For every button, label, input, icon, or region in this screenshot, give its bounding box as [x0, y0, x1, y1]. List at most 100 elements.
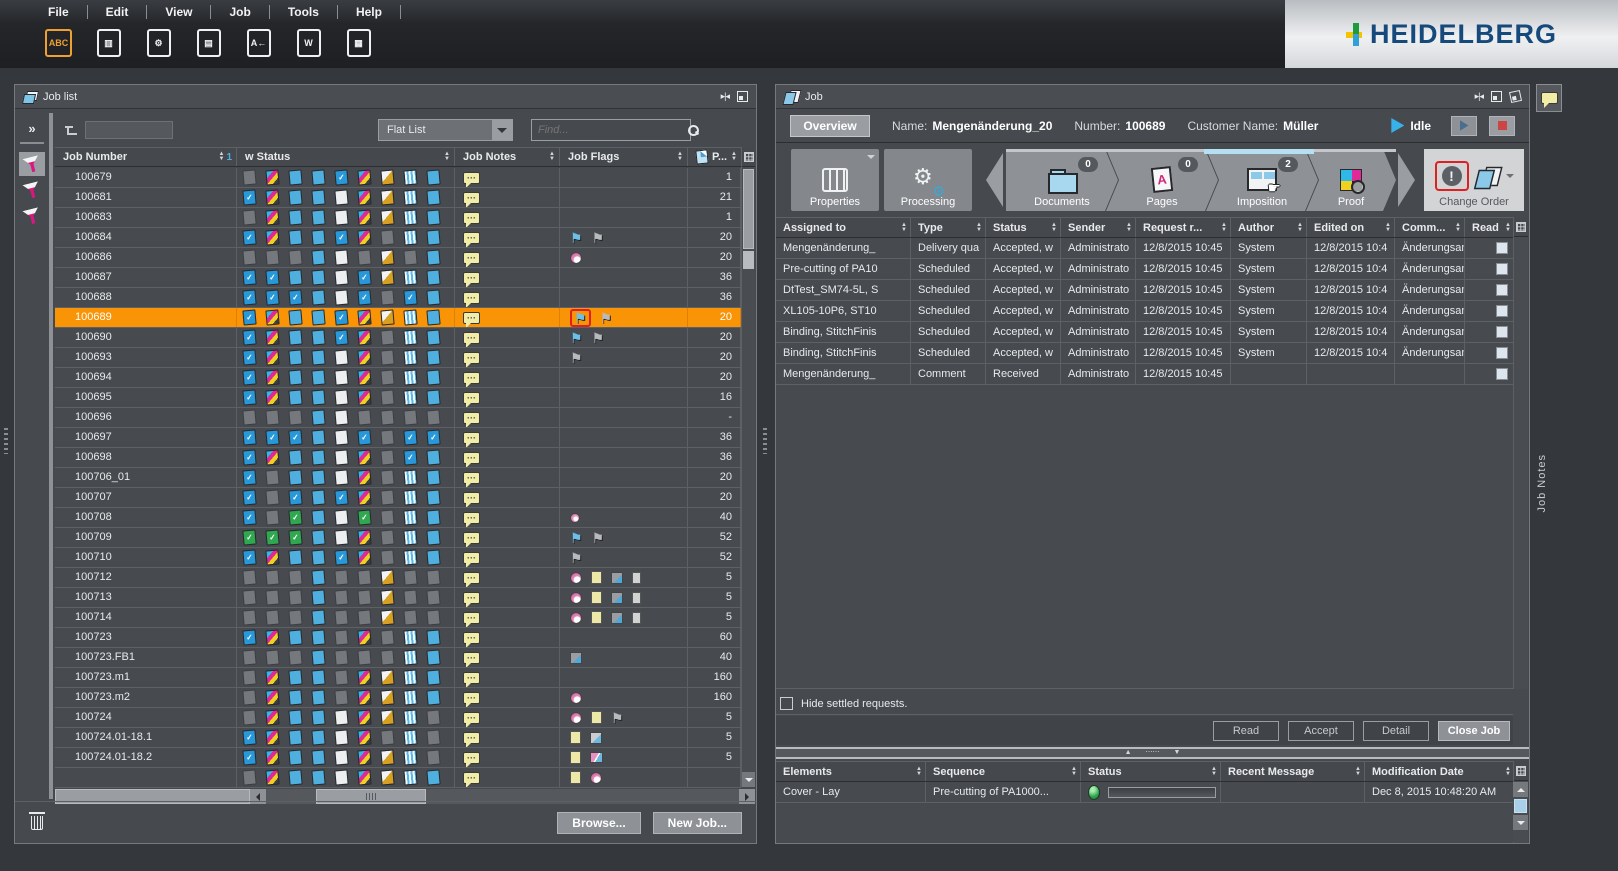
job-row-100697[interactable]: 100697✓✓✓✓✓✓···36 [55, 428, 741, 448]
job-row-100723[interactable]: 100723✓···60 [55, 628, 741, 648]
job-row-100690[interactable]: 100690✓✓···⚑⚑20 [55, 328, 741, 348]
column-config-icon[interactable] [1516, 222, 1526, 232]
collapse-panel-icon[interactable]: ▸|◂ [1475, 91, 1483, 102]
job-note-icon[interactable]: ··· [463, 512, 480, 524]
scroll-up-button[interactable] [1513, 782, 1528, 797]
job-note-icon[interactable]: ··· [463, 652, 480, 664]
job-note-icon[interactable]: ··· [463, 452, 480, 464]
maximize-panel-icon[interactable] [737, 91, 748, 102]
workflow-document-icon[interactable]: ▦ [342, 26, 375, 60]
job-row-100695[interactable]: 100695✓···16 [55, 388, 741, 408]
collapse-panel-icon[interactable]: ▸|◂ [721, 91, 729, 102]
request-row-6[interactable]: Mengenänderung_CommentReceivedAdministra… [776, 364, 1515, 385]
step-change-order[interactable]: ! Change Order [1424, 149, 1524, 211]
read-checkbox[interactable] [1496, 284, 1508, 296]
request-row-4[interactable]: Binding, StitchFinisScheduledAccepted, w… [776, 322, 1515, 343]
start-button[interactable] [1451, 116, 1477, 136]
panel-splitter[interactable]: ▲⋯⋯▼ [776, 747, 1529, 759]
job-row-100681[interactable]: 100681✓···21 [55, 188, 741, 208]
request-row-2[interactable]: DtTest_SM74-5L, SScheduledAccepted, wAdm… [776, 280, 1515, 301]
steps-scroll-left-icon[interactable] [986, 153, 1003, 207]
job-note-icon[interactable]: ··· [463, 432, 480, 444]
job-note-icon[interactable]: ··· [463, 252, 480, 264]
step-proof[interactable]: Proof [1306, 149, 1396, 211]
job-note-icon[interactable]: ··· [463, 552, 480, 564]
sort-icon[interactable] [1126, 223, 1132, 233]
job-row-100723.m1[interactable]: 100723.m1···160 [55, 668, 741, 688]
hide-settled-checkbox[interactable] [780, 697, 793, 710]
sort-icon[interactable] [976, 223, 982, 233]
job-note-icon[interactable]: ··· [463, 732, 480, 744]
job-row-100687[interactable]: 100687✓✓✓···36 [55, 268, 741, 288]
proof-document-icon[interactable]: W [292, 26, 325, 60]
chevron-down-icon[interactable] [492, 120, 512, 140]
column-header-job-number[interactable]: Job Number 1 [55, 148, 237, 166]
steps-scroll-right-icon[interactable] [1398, 153, 1415, 207]
sort-icon[interactable] [1505, 223, 1511, 233]
job-note-icon[interactable]: ··· [463, 332, 480, 344]
job-note-icon[interactable]: ··· [463, 192, 480, 204]
read-checkbox[interactable] [1496, 263, 1508, 275]
bottom-scroll-buttons[interactable] [1513, 782, 1528, 842]
job-note-icon[interactable]: ··· [463, 632, 480, 644]
job-row-100710[interactable]: 100710✓✓···⚑52 [55, 548, 741, 568]
job-row-clipped[interactable]: ··· [55, 768, 741, 788]
job-note-icon[interactable]: ··· [463, 672, 480, 684]
job-row-100696[interactable]: 100696···- [55, 408, 741, 428]
requests-column-assigned-to[interactable]: Assigned to [776, 218, 911, 237]
sort-icon[interactable] [731, 152, 737, 162]
detach-panel-icon[interactable] [1509, 90, 1522, 103]
menu-item-edit[interactable]: Edit [96, 3, 139, 21]
menu-item-help[interactable]: Help [346, 3, 392, 21]
sort-icon[interactable] [1385, 223, 1391, 233]
job-row-100689[interactable]: 100689✓✓···⚑⚑20 [55, 308, 741, 328]
job-row-100683[interactable]: 100683···1 [55, 208, 741, 228]
job-row-100698[interactable]: 100698✓✓···36 [55, 448, 741, 468]
read-checkbox[interactable] [1496, 305, 1508, 317]
scrollbar-thumb[interactable] [1514, 799, 1527, 813]
menu-item-job[interactable]: Job [219, 3, 260, 21]
read-checkbox[interactable] [1496, 326, 1508, 338]
element-row-0[interactable]: Cover - LayPre-cutting of PA1000...Dec 8… [776, 782, 1515, 803]
job-list-title-bar[interactable]: Job list ▸|◂ [15, 85, 756, 109]
requests-column-sender[interactable]: Sender [1061, 218, 1136, 237]
overview-tab[interactable]: Overview [790, 115, 870, 137]
scroll-down-button[interactable] [1513, 815, 1528, 830]
printer-queue-icon[interactable]: ▥ [92, 26, 125, 60]
job-note-icon[interactable]: ··· [463, 692, 480, 704]
left-resize-grip[interactable] [4, 428, 8, 454]
scrollbar-thumb[interactable] [743, 169, 754, 249]
scrollbar-block[interactable] [743, 251, 754, 269]
job-row-100709[interactable]: 100709✓✓✓···⚑⚑52 [55, 528, 741, 548]
job-note-icon[interactable]: ··· [463, 532, 480, 544]
job-row-100693[interactable]: 100693✓···⚑20 [55, 348, 741, 368]
filter-rail-splitter[interactable] [49, 113, 53, 799]
job-row-100686[interactable]: 100686···20 [55, 248, 741, 268]
column-header-status[interactable]: w Status [237, 148, 455, 166]
accept-button[interactable]: Accept [1288, 721, 1354, 741]
detail-button[interactable]: Detail [1363, 721, 1429, 741]
job-note-icon[interactable]: ··· [463, 472, 480, 484]
elements-column-sequence[interactable]: Sequence [926, 762, 1081, 781]
job-note-icon[interactable]: ··· [463, 292, 480, 304]
job-note-icon[interactable]: ··· [463, 392, 480, 404]
filter-preset-1-icon[interactable] [19, 152, 45, 176]
request-row-5[interactable]: Binding, StitchFinisScheduledAccepted, w… [776, 343, 1515, 364]
menu-item-view[interactable]: View [155, 3, 202, 21]
view-mode-select[interactable]: Flat List [378, 119, 513, 141]
maximize-panel-icon[interactable] [1491, 91, 1502, 102]
sort-icon[interactable] [1071, 767, 1077, 777]
job-list-manager-icon[interactable]: ABC [42, 26, 75, 60]
requests-column-status[interactable]: Status [986, 218, 1061, 237]
step-processing[interactable]: ⚙⚙ Processing [884, 149, 972, 211]
job-row-100714[interactable]: 100714···5 [55, 608, 741, 628]
column-config-icon[interactable] [1516, 766, 1526, 776]
sort-icon[interactable] [1221, 223, 1227, 233]
job-note-icon[interactable]: ··· [463, 312, 480, 324]
elements-column-recent-message[interactable]: Recent Message [1221, 762, 1365, 781]
close-job-button[interactable]: Close Job [1438, 721, 1510, 741]
stop-button[interactable] [1489, 116, 1515, 136]
import-document-icon[interactable]: A← [242, 26, 275, 60]
sort-icon[interactable] [444, 152, 450, 162]
elements-column-status[interactable]: Status [1081, 762, 1221, 781]
